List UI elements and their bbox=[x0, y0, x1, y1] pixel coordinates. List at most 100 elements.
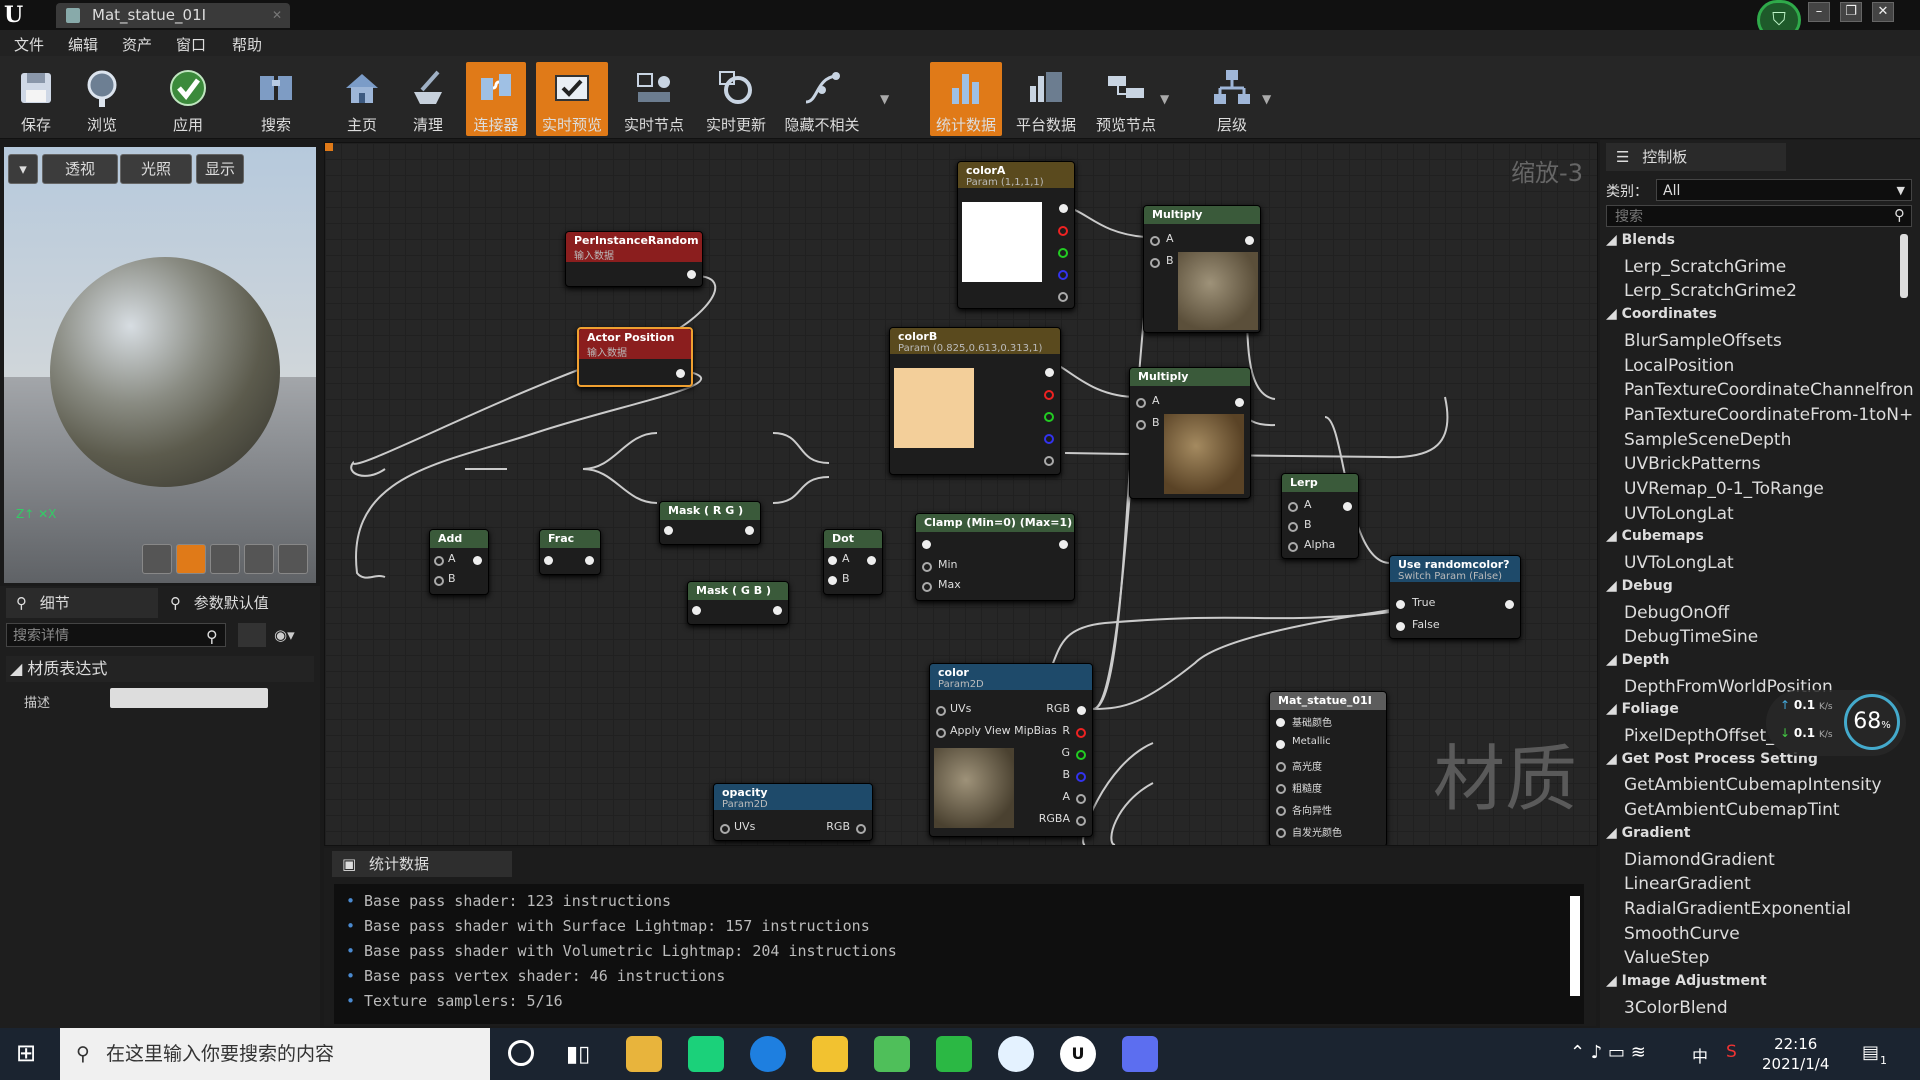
editor-app-icon[interactable] bbox=[1122, 1036, 1158, 1072]
material-graph[interactable]: 缩放-3 材质 PerInstanceRandom 输入数据 Actor Pos… bbox=[324, 142, 1598, 846]
palette-item[interactable]: BlurSampleOffsets bbox=[1624, 331, 1914, 355]
cylinder-preview-icon[interactable] bbox=[142, 544, 172, 574]
unreal-engine-taskbar-icon[interactable]: U bbox=[1060, 1036, 1096, 1072]
b-output-pin[interactable] bbox=[1044, 434, 1054, 444]
g-output-pin[interactable] bbox=[1076, 750, 1086, 760]
sphere-preview-icon[interactable] bbox=[176, 544, 206, 574]
a-input-pin[interactable] bbox=[1288, 502, 1298, 512]
node-frac[interactable]: Frac bbox=[539, 529, 601, 575]
close-window-button[interactable]: ✕ bbox=[1872, 2, 1894, 22]
mipbias-input-pin[interactable] bbox=[936, 728, 946, 738]
uvs-input-pin[interactable] bbox=[720, 824, 730, 834]
hierarchy-button[interactable]: 层级 bbox=[1196, 62, 1268, 136]
r-output-pin[interactable] bbox=[1076, 728, 1086, 738]
output-pin[interactable] bbox=[687, 270, 696, 279]
unreal-logo-icon[interactable]: U bbox=[4, 2, 32, 28]
close-tab-icon[interactable]: ✕ bbox=[272, 3, 282, 28]
g-output-pin[interactable] bbox=[1058, 248, 1068, 258]
tab-param-defaults[interactable]: ⚲ 参数默认值 bbox=[164, 588, 314, 618]
palette-item[interactable]: UVRemap_0-1_ToRange bbox=[1624, 479, 1914, 503]
r-output-pin[interactable] bbox=[1058, 226, 1068, 236]
node-actor-position[interactable]: Actor Position 输入数据 bbox=[577, 327, 693, 387]
roughness-pin[interactable] bbox=[1276, 784, 1286, 794]
node-material-output[interactable]: Mat_statue_01I 基础颜色 Metallic 高光度 粗糙度 各向异… bbox=[1269, 691, 1387, 845]
node-clamp[interactable]: Clamp (Min=0) (Max=1) Min Max bbox=[915, 513, 1075, 601]
b-input-pin[interactable] bbox=[828, 576, 837, 585]
cube-preview-icon[interactable] bbox=[244, 544, 274, 574]
show-button[interactable]: 显示 bbox=[196, 154, 244, 184]
menu-asset[interactable]: 资产 bbox=[122, 34, 152, 55]
tab-palette[interactable]: ☰ 控制板 bbox=[1606, 143, 1786, 171]
output-pin[interactable] bbox=[1505, 600, 1514, 609]
category-select[interactable]: All ▼ bbox=[1656, 179, 1912, 201]
menu-help[interactable]: 帮助 bbox=[232, 34, 262, 55]
palette-category[interactable]: ◢ Gradient bbox=[1606, 825, 1896, 849]
notification-icon[interactable]: ▤ bbox=[1862, 1042, 1879, 1063]
maximize-button[interactable]: ❐ bbox=[1840, 2, 1862, 22]
a-input-pin[interactable] bbox=[434, 556, 444, 566]
viewport-options-button[interactable]: ▾ bbox=[8, 154, 38, 184]
ime-indicator[interactable]: 中 bbox=[1692, 1043, 1708, 1067]
clean-button[interactable]: 清理 bbox=[398, 62, 458, 136]
a-input-pin[interactable] bbox=[828, 556, 837, 565]
emissive-pin[interactable] bbox=[1276, 828, 1286, 838]
output-pin[interactable] bbox=[1245, 236, 1254, 245]
material-preview-viewport[interactable]: Z↑ ✕X bbox=[4, 147, 316, 583]
node-multiply-1[interactable]: Multiply A B bbox=[1143, 205, 1261, 333]
node-lerp[interactable]: Lerp A B Alpha bbox=[1281, 473, 1359, 559]
palette-item[interactable]: UVToLongLat bbox=[1624, 553, 1914, 577]
palette-item[interactable]: RadialGradientExponential bbox=[1624, 899, 1914, 923]
custom-mesh-preview-icon[interactable] bbox=[278, 544, 308, 574]
palette-scrollbar[interactable] bbox=[1900, 234, 1908, 298]
a-input-pin[interactable] bbox=[1136, 398, 1146, 408]
palette-category[interactable]: ◢ Image Adjustment bbox=[1606, 973, 1896, 997]
max-input-pin[interactable] bbox=[922, 582, 932, 592]
min-input-pin[interactable] bbox=[922, 562, 932, 572]
output-pin[interactable] bbox=[1343, 502, 1352, 511]
r-output-pin[interactable] bbox=[1044, 390, 1054, 400]
node-multiply-2[interactable]: Multiply A B bbox=[1129, 367, 1251, 499]
output-pin[interactable] bbox=[745, 526, 754, 535]
cortana-icon[interactable] bbox=[508, 1040, 534, 1066]
system-tray-icons[interactable]: ⌃ ♪ ▭ ≋ bbox=[1570, 1042, 1646, 1063]
live-nodes-button[interactable]: 实时节点 bbox=[618, 62, 690, 136]
lit-button[interactable]: 光照 bbox=[120, 154, 192, 184]
palette-item[interactable]: PanTextureCoordinateFrom-1toN+ bbox=[1624, 405, 1914, 429]
tab-details[interactable]: ⚲ 细节 bbox=[6, 588, 158, 618]
palette-item[interactable]: SampleSceneDepth bbox=[1624, 430, 1914, 454]
node-colorA[interactable]: colorA Param (1,1,1,1) bbox=[957, 161, 1075, 309]
home-button[interactable]: 主页 bbox=[332, 62, 392, 136]
rgb-output-pin[interactable] bbox=[1077, 706, 1086, 715]
b-input-pin[interactable] bbox=[1136, 420, 1146, 430]
menu-edit[interactable]: 编辑 bbox=[68, 34, 98, 55]
output-pin[interactable] bbox=[585, 556, 594, 565]
output-pin[interactable] bbox=[676, 369, 685, 378]
rgb-output-pin[interactable] bbox=[1045, 368, 1054, 377]
palette-item[interactable]: GetAmbientCubemapIntensity bbox=[1624, 775, 1914, 799]
b-input-pin[interactable] bbox=[1288, 522, 1298, 532]
taskbar-clock[interactable]: 22:16 2021/1/4 bbox=[1762, 1034, 1829, 1074]
rgb-output-pin[interactable] bbox=[1059, 204, 1068, 213]
a-output-pin[interactable] bbox=[1044, 456, 1054, 466]
a-input-pin[interactable] bbox=[1150, 236, 1160, 246]
notes-app-icon[interactable] bbox=[874, 1036, 910, 1072]
details-search-input[interactable]: 搜索详情 bbox=[6, 623, 226, 647]
node-mask-rg[interactable]: Mask ( R G ) bbox=[659, 501, 761, 545]
browser-icon[interactable] bbox=[750, 1036, 786, 1072]
b-output-pin[interactable] bbox=[1076, 772, 1086, 782]
palette-item[interactable]: UVToLongLat bbox=[1624, 504, 1914, 528]
palette-category[interactable]: ◢ Blends bbox=[1606, 232, 1896, 256]
toolbar-more-icon[interactable]: ▼ bbox=[880, 92, 889, 106]
search-button[interactable]: 搜索 bbox=[244, 62, 308, 136]
palette-category[interactable]: ◢ Coordinates bbox=[1606, 306, 1896, 330]
apply-button[interactable]: 应用 bbox=[156, 62, 220, 136]
task-view-icon[interactable]: ▮▯ bbox=[566, 1042, 590, 1067]
save-button[interactable]: 保存 bbox=[6, 62, 66, 136]
input-pin[interactable] bbox=[922, 540, 931, 549]
minimize-button[interactable]: – bbox=[1808, 2, 1830, 22]
output-pin[interactable] bbox=[1235, 398, 1244, 407]
uvs-input-pin[interactable] bbox=[936, 706, 946, 716]
output-pin[interactable] bbox=[867, 556, 876, 565]
palette-category[interactable]: ◢ Cubemaps bbox=[1606, 528, 1896, 552]
palette-item[interactable]: UVBrickPatterns bbox=[1624, 454, 1914, 478]
